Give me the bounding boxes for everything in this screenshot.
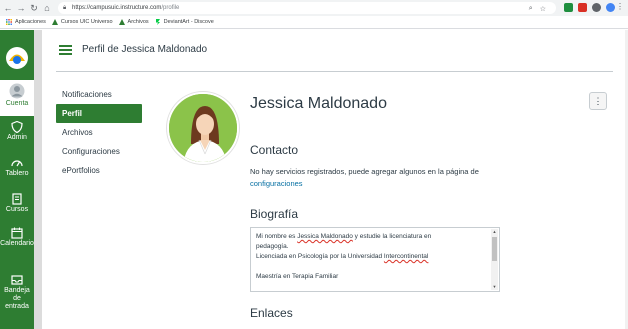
account-avatar-icon [9, 83, 25, 99]
profile-avatar[interactable] [167, 92, 239, 164]
bio-textarea[interactable]: Mi nombre es Jessica Maldonado y estudie… [250, 227, 500, 292]
header-divider [56, 71, 613, 72]
kebab-menu-icon: ⋮ [593, 96, 603, 106]
bio-scrollbar[interactable]: ▲ ▼ [491, 229, 498, 290]
canvas-bookmark-icon [118, 19, 125, 25]
global-nav-calendario[interactable]: Calendario [0, 227, 34, 248]
profile-subnav: Notificaciones Perfil Archivos Configura… [56, 85, 142, 180]
nav-divider [34, 30, 42, 329]
browser-menu-icon[interactable]: ⋮ [616, 2, 624, 11]
contact-text: No hay servicios registrados, puede agre… [250, 167, 479, 188]
deviantart-icon [155, 19, 160, 25]
global-nav-tablero[interactable]: Tablero [0, 157, 34, 178]
subnav-item-configuraciones[interactable]: Configuraciones [56, 142, 142, 161]
bio-line: pedagogía. [256, 243, 289, 250]
global-nav-bandeja[interactable]: Bandeja de entrada [0, 274, 34, 311]
bio-scroll-thumb[interactable] [492, 237, 497, 261]
scroll-up-icon[interactable]: ▲ [491, 229, 498, 235]
shield-icon [11, 121, 23, 133]
page-title: Perfil de Jessica Maldonado [82, 44, 208, 55]
bookmark-item[interactable]: DeviantArt - Discove [155, 19, 214, 25]
bio-heading: Biografía [250, 207, 299, 221]
scroll-down-icon[interactable]: ▼ [491, 284, 498, 290]
browser-toolbar: ← → ↻ ⌂ 🔒︎ https://campusuic.instructure… [0, 0, 628, 16]
woman-avatar-icon [169, 94, 237, 162]
subnav-item-perfil[interactable]: Perfil [56, 104, 142, 123]
dashboard-gauge-icon [11, 160, 23, 167]
bookmark-item[interactable]: Aplicaciones [6, 19, 46, 25]
global-nav-cursos[interactable]: Cursos [0, 193, 34, 214]
courses-book-icon [12, 193, 22, 205]
forward-arrow-icon[interactable]: → [16, 3, 26, 13]
url-text: https://campusuic.instructure.com/profil… [72, 5, 180, 11]
subnav-item-archivos[interactable]: Archivos [56, 123, 142, 142]
profile-avatar-icon[interactable] [606, 3, 615, 12]
subnav-item-notificaciones[interactable]: Notificaciones [56, 85, 142, 104]
bookmark-item[interactable]: Cursos UIC Universo [51, 19, 113, 25]
bio-text: Mi nombre es Jessica Maldonado y estudie… [256, 232, 486, 282]
subnav-item-eportfolios[interactable]: ePortfolios [56, 161, 142, 180]
lock-icon: 🔒︎ [63, 5, 67, 11]
global-nav-admin[interactable]: Admin [0, 121, 34, 142]
bookmark-item[interactable]: Archivos [118, 19, 149, 25]
apps-grid-icon [6, 19, 12, 25]
global-navigation: Cuenta Admin Tablero Cursos Calendario B… [0, 30, 34, 329]
canvas-bookmark-icon [51, 19, 58, 25]
zoom-icon[interactable]: ⌕ [529, 5, 533, 13]
calendar-icon [11, 227, 23, 239]
reload-icon[interactable]: ↻ [29, 3, 39, 13]
extension-red-icon[interactable] [578, 3, 587, 12]
inbox-icon [11, 275, 23, 285]
extension-green-icon[interactable] [564, 3, 573, 12]
bio-line: Maestría en Terapia Familiar [256, 273, 339, 280]
back-arrow-icon[interactable]: ← [3, 3, 13, 13]
global-nav-cuenta[interactable]: Cuenta [0, 80, 34, 116]
course-menu-toggle[interactable] [59, 45, 72, 55]
address-bar[interactable]: 🔒︎ https://campusuic.instructure.com/pro… [58, 2, 556, 14]
institution-logo-icon[interactable] [3, 44, 31, 72]
links-heading: Enlaces [250, 306, 293, 320]
bio-line: Licenciada en Psicología por la Universi… [256, 253, 429, 260]
bookmark-star-icon[interactable]: ☆ [540, 5, 546, 13]
contact-heading: Contacto [250, 143, 299, 157]
profile-name: Jessica Maldonado [250, 95, 387, 112]
home-icon[interactable]: ⌂ [42, 3, 52, 13]
settings-link[interactable]: configuraciones [250, 179, 303, 188]
bio-line [256, 262, 486, 272]
profile-options-button[interactable]: ⋮ [589, 92, 607, 110]
bookmarks-bar: Aplicaciones Cursos UIC Universo Archivo… [0, 16, 628, 29]
extension-grey-icon[interactable] [592, 3, 601, 12]
bio-line: Mi nombre es Jessica Maldonado y estudie… [256, 233, 432, 240]
